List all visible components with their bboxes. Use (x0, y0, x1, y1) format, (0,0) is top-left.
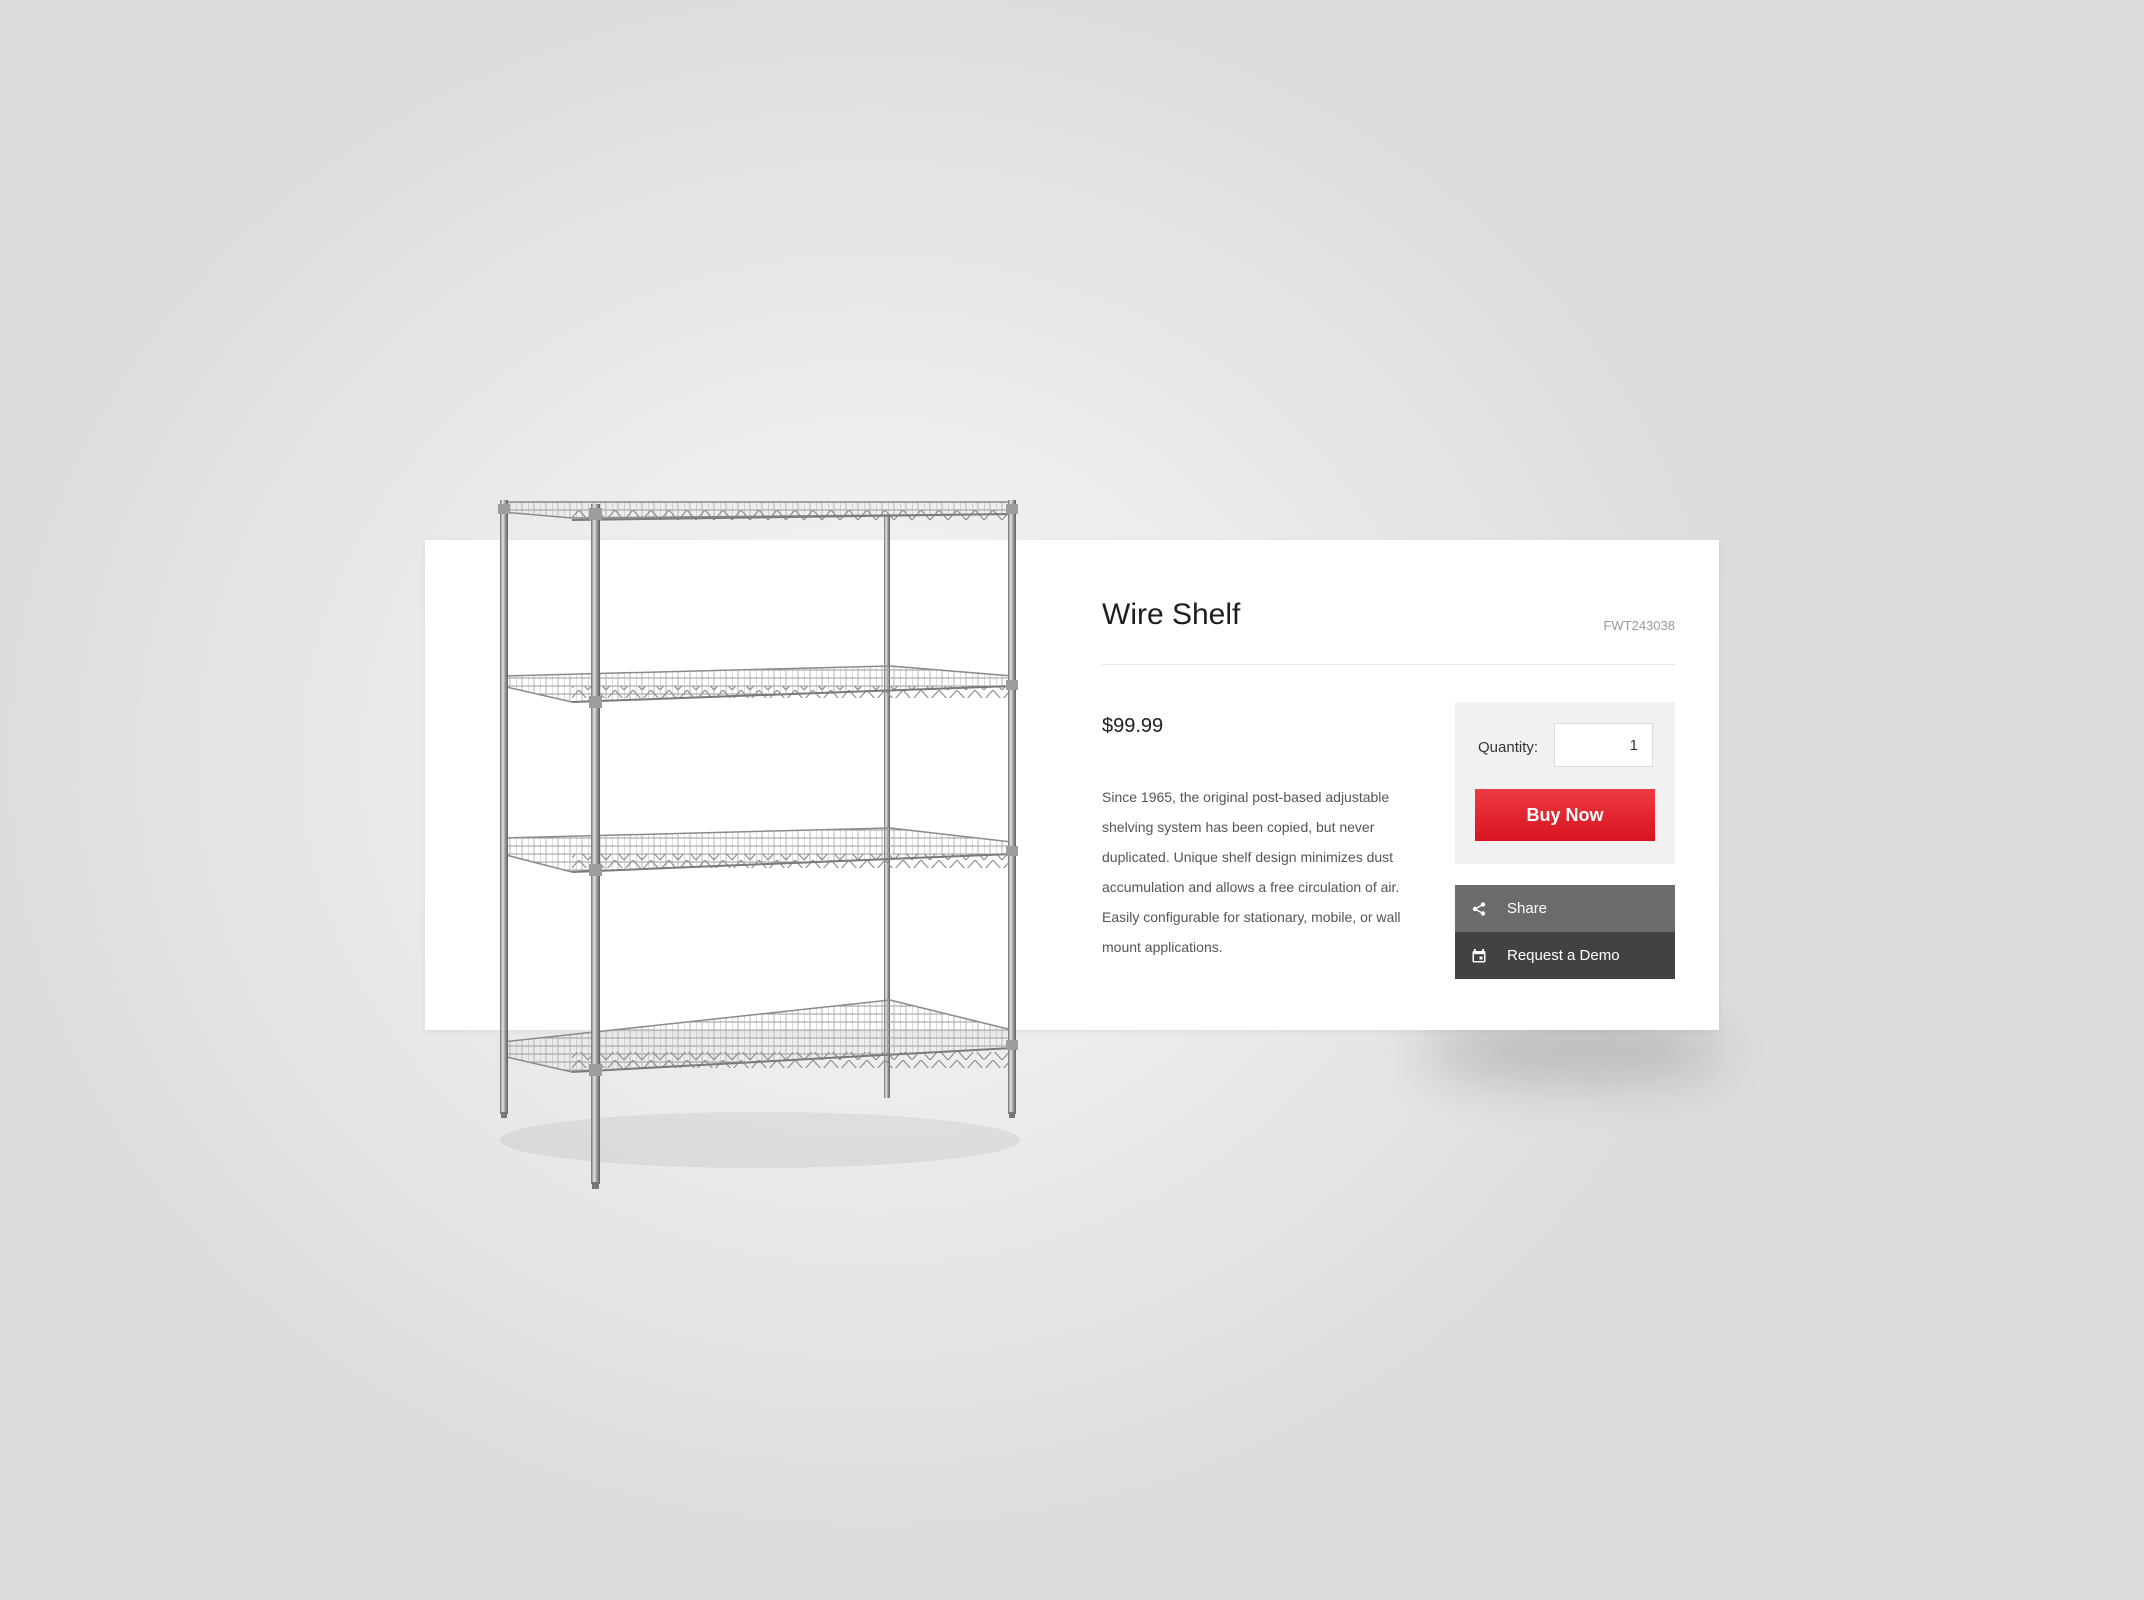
request-demo-button[interactable]: Request a Demo (1455, 932, 1675, 979)
request-demo-label: Request a Demo (1507, 947, 1620, 964)
product-title: Wire Shelf (1102, 598, 1241, 631)
buy-now-button[interactable]: Buy Now (1475, 789, 1655, 841)
share-button[interactable]: Share (1455, 885, 1675, 932)
product-sku: FWT243038 (1603, 618, 1675, 633)
calendar-icon (1469, 946, 1489, 966)
share-icon (1469, 899, 1489, 919)
product-image (498, 500, 1020, 1189)
product-price: $99.99 (1102, 715, 1164, 737)
product-description: Since 1965, the original post-based adju… (1102, 789, 1401, 955)
quantity-input[interactable] (1554, 723, 1653, 767)
share-label: Share (1507, 900, 1548, 917)
purchase-box: Quantity: Buy Now (1455, 702, 1675, 864)
quantity-label: Quantity: (1478, 739, 1539, 756)
title-divider (1102, 664, 1675, 665)
